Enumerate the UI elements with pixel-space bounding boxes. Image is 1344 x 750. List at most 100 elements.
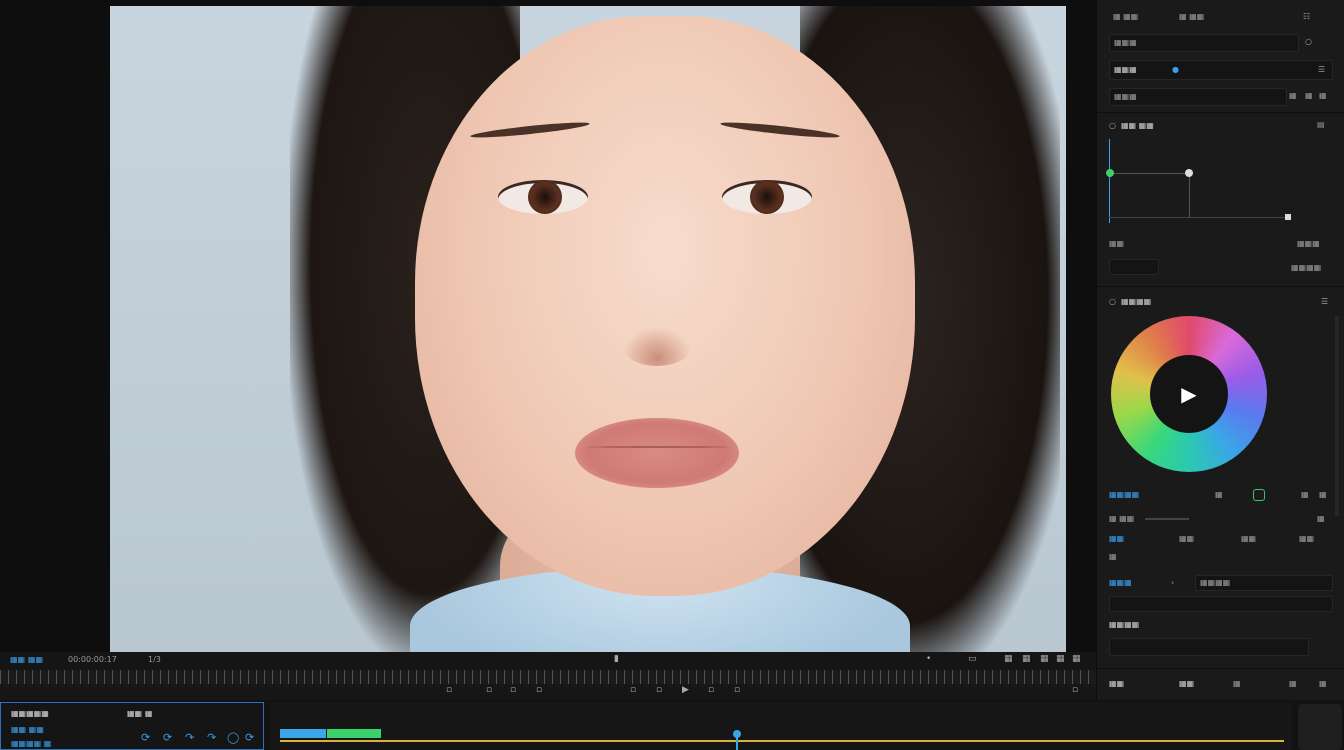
layers-icon[interactable]: ▦ bbox=[1040, 654, 1049, 664]
curve-icon: ○ bbox=[1109, 121, 1116, 130]
next-icon[interactable]: ▫ bbox=[734, 685, 740, 695]
dot-icon[interactable]: • bbox=[926, 654, 931, 664]
tools-label: ▦▦ ▦ bbox=[127, 709, 153, 718]
color-mode-label[interactable]: ▦▦▦▦ bbox=[1109, 490, 1139, 499]
track-sub2: ▦▦▦▦ ▦ bbox=[11, 739, 52, 748]
curve-section: ○ ▦▦ ▦▦ ▤ ▦▦ ▦▦▦ ▦▦▦▦ bbox=[1097, 112, 1344, 285]
tool-icon-3[interactable]: ↷ bbox=[185, 731, 194, 744]
tool-icon-1[interactable]: ⟳ bbox=[141, 731, 150, 744]
lip-line bbox=[588, 446, 728, 448]
preset-info-icon[interactable]: ● bbox=[1172, 65, 1179, 74]
copy-icon[interactable]: ▦ bbox=[1289, 91, 1297, 100]
loop-icon[interactable]: ▫ bbox=[656, 685, 662, 695]
edit-icon[interactable]: ▦ bbox=[1305, 91, 1313, 100]
step-back-icon[interactable]: ▫ bbox=[510, 685, 516, 695]
track-title: ▦▦▦▦▦ bbox=[11, 709, 49, 718]
bottom-button-1[interactable]: ▦▦ bbox=[1109, 679, 1124, 688]
bottom-icon-2[interactable]: ▦ bbox=[1289, 679, 1297, 688]
panel-scrollbar[interactable] bbox=[1335, 316, 1339, 516]
curve-reset-button[interactable]: ▦▦▦▦ bbox=[1291, 263, 1321, 272]
option-3[interactable]: ▦▦ bbox=[1241, 534, 1256, 543]
option-2[interactable]: ▦▦ bbox=[1179, 534, 1194, 543]
curve-line bbox=[1109, 173, 1189, 174]
hsl-icon[interactable]: ▦ bbox=[1317, 514, 1325, 523]
bottom-button-2[interactable]: ▦▦ bbox=[1179, 679, 1194, 688]
panel-tab-2[interactable]: ▦ ▦▦ bbox=[1179, 12, 1204, 21]
clip-blue[interactable] bbox=[280, 729, 326, 738]
preview-toolbar: ▦▦ ▦▦ 00:00:00:17 1/3 ▮ • ▭ ▦ ▦ ▦ ▦ ▦ bbox=[0, 652, 1096, 670]
curve-value-field[interactable] bbox=[1109, 259, 1159, 275]
lips bbox=[575, 418, 739, 488]
prev-icon[interactable]: ▫ bbox=[446, 685, 452, 695]
tool-icon-6[interactable]: ⟳ bbox=[245, 731, 254, 744]
rewind-icon[interactable]: ▫ bbox=[486, 685, 492, 695]
view-mode-label[interactable]: ▦▦ ▦▦ bbox=[10, 655, 43, 664]
preset-label: ▦▦▦ bbox=[1114, 65, 1137, 74]
marker-icon[interactable]: ▮ bbox=[614, 654, 619, 664]
grid-icon[interactable]: ▦ bbox=[1004, 654, 1013, 664]
curve-point-start[interactable] bbox=[1106, 169, 1114, 177]
toggle-icon[interactable] bbox=[1253, 489, 1265, 501]
path-field[interactable] bbox=[1109, 596, 1333, 612]
settings-icon[interactable]: ▦ bbox=[1056, 654, 1065, 664]
more-icon[interactable]: ▦ bbox=[1301, 490, 1309, 499]
curve-point-end[interactable] bbox=[1285, 214, 1291, 220]
clip-green[interactable] bbox=[327, 729, 381, 738]
video-viewer[interactable] bbox=[110, 6, 1066, 652]
option-sub-icon: ▦ bbox=[1109, 552, 1117, 561]
fullscreen-icon[interactable]: ▦ bbox=[1072, 654, 1081, 664]
face bbox=[415, 16, 915, 596]
timeline-thumbnail[interactable] bbox=[1298, 704, 1342, 750]
export-field[interactable]: ▦▦▦▦ bbox=[1195, 575, 1333, 591]
step-icon[interactable]: ▫ bbox=[536, 685, 542, 695]
mode-icon[interactable]: ▦ bbox=[1215, 490, 1223, 499]
search-placeholder: ▦▦▦ bbox=[1114, 38, 1137, 47]
curve-footer-left: ▦▦ bbox=[1109, 239, 1125, 248]
track-header[interactable]: ▦▦▦▦▦ ▦▦ ▦▦ ▦▦▦▦ ▦ ▦▦ ▦ ⟳ ⟳ ↷ ↷ ◯ ⟳ bbox=[0, 702, 264, 750]
bottom-icon-1[interactable]: ▦ bbox=[1233, 679, 1241, 688]
page-indicator: 1/3 bbox=[148, 655, 161, 664]
tool-icon-5[interactable]: ◯ bbox=[227, 731, 239, 744]
curve-point-mid[interactable] bbox=[1185, 169, 1193, 177]
save-field[interactable] bbox=[1109, 638, 1309, 656]
forward-icon[interactable]: ▫ bbox=[708, 685, 714, 695]
timeline-track[interactable] bbox=[270, 702, 1292, 750]
timecode: 00:00:00:17 bbox=[68, 655, 117, 664]
crop-icon[interactable]: ▦ bbox=[1022, 654, 1031, 664]
option-4[interactable]: ▦▦ bbox=[1299, 534, 1314, 543]
curve-menu-icon[interactable]: ▤ bbox=[1317, 120, 1325, 129]
preset-more-icon[interactable]: ☰ bbox=[1318, 65, 1325, 74]
screen-icon[interactable]: ▭ bbox=[968, 654, 977, 664]
save-label: ▦▦▦▦ bbox=[1109, 620, 1140, 629]
search-icon[interactable]: ○ bbox=[1305, 37, 1312, 46]
play-icon[interactable]: ▶ bbox=[1178, 383, 1200, 405]
audio-track-line[interactable] bbox=[280, 740, 1284, 742]
search-input[interactable]: ▦▦▦ bbox=[1109, 34, 1299, 52]
delete-icon[interactable]: ▦ bbox=[1319, 91, 1327, 100]
playhead-handle[interactable] bbox=[733, 730, 741, 738]
tool-icon-4[interactable]: ↷ bbox=[207, 731, 216, 744]
hsl-slider[interactable] bbox=[1145, 518, 1189, 520]
play-small-icon[interactable]: ▶ bbox=[682, 685, 689, 695]
name-field[interactable]: ▦▦▦ bbox=[1109, 88, 1287, 106]
list-icon[interactable]: ▦ bbox=[1319, 490, 1327, 499]
transport-bar: ▫ ▫ ▫ ▫ ▫ ▫ ▶ ▫ ▫ ▫ bbox=[0, 684, 1096, 700]
preview-ruler[interactable] bbox=[0, 670, 1096, 684]
tool-icon-2[interactable]: ⟳ bbox=[163, 731, 172, 744]
preset-row[interactable]: ▦▦▦ ● ☰ bbox=[1109, 60, 1333, 80]
option-1[interactable]: ▦▦ bbox=[1109, 534, 1124, 543]
curve-drop bbox=[1189, 173, 1190, 217]
export-value: ▦▦▦▦ bbox=[1200, 578, 1231, 587]
panel-tab-1[interactable]: ▦ ▦▦ bbox=[1113, 12, 1138, 21]
curve-axis-y bbox=[1109, 139, 1110, 223]
export-arrow-icon[interactable]: › bbox=[1171, 578, 1174, 587]
hsl-label: ▦ ▦▦ bbox=[1109, 514, 1135, 523]
track-sub1: ▦▦ ▦▦ bbox=[11, 725, 44, 734]
zoom-icon[interactable]: ▫ bbox=[1072, 685, 1078, 695]
color-title: ▦▦▦▦ bbox=[1121, 297, 1152, 306]
color-icon: ○ bbox=[1109, 297, 1116, 306]
frame-icon[interactable]: ▫ bbox=[630, 685, 636, 695]
bottom-icon-3[interactable]: ▦ bbox=[1319, 679, 1327, 688]
panel-menu-icon[interactable]: ☷ bbox=[1303, 12, 1310, 21]
color-menu-icon[interactable]: ☰ bbox=[1321, 297, 1328, 306]
